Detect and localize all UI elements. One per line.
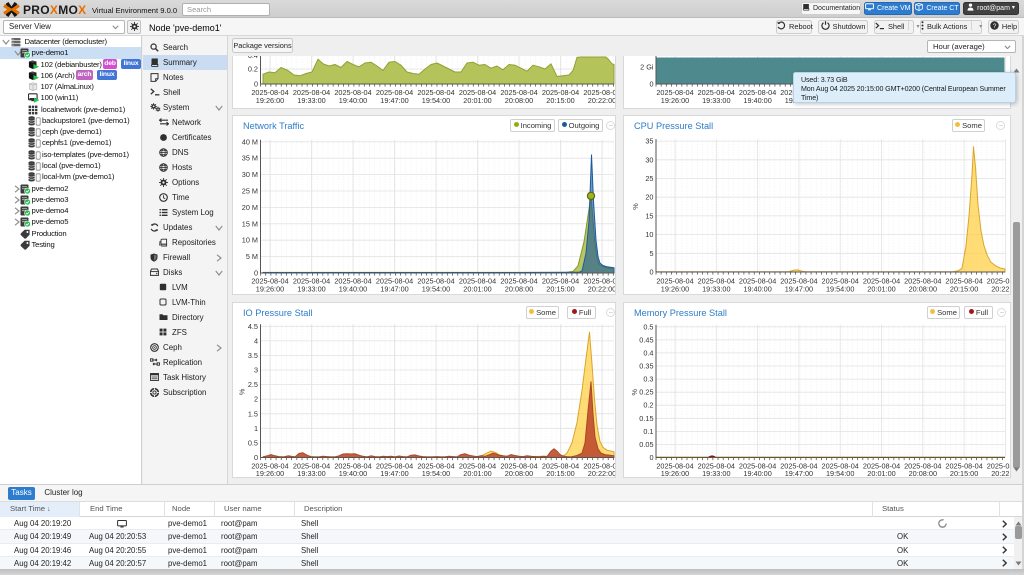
svg-text:25 M: 25 M — [242, 187, 258, 196]
svg-text:0.15: 0.15 — [639, 414, 653, 423]
svg-text:19:54:00: 19:54:00 — [422, 469, 450, 478]
svg-text:0: 0 — [649, 80, 653, 89]
svg-text:0.5: 0.5 — [248, 438, 258, 447]
svg-text:19:33:00: 19:33:00 — [702, 96, 730, 105]
svg-text:19:54:00: 19:54:00 — [422, 96, 450, 105]
svg-text:0.35: 0.35 — [639, 362, 653, 371]
svg-text:19:26:00: 19:26:00 — [256, 96, 284, 105]
svg-text:20: 20 — [645, 193, 653, 202]
svg-text:0.05: 0.05 — [639, 440, 653, 449]
svg-text:0.1: 0.1 — [643, 427, 653, 436]
svg-text:25: 25 — [645, 174, 653, 183]
svg-text:19:40:00: 19:40:00 — [743, 469, 771, 478]
svg-text:19:33:00: 19:33:00 — [297, 96, 325, 105]
svg-text:20:15:00: 20:15:00 — [950, 284, 978, 293]
svg-text:2.5: 2.5 — [248, 380, 258, 389]
svg-text:20:08:00: 20:08:00 — [909, 284, 937, 293]
svg-text:20:22:00: 20:22:00 — [588, 469, 616, 478]
svg-text:%: % — [630, 388, 639, 395]
svg-text:19:47:00: 19:47:00 — [380, 469, 408, 478]
svg-text:0.2: 0.2 — [643, 401, 653, 410]
svg-text:19:26:00: 19:26:00 — [661, 96, 689, 105]
svg-text:0: 0 — [649, 453, 653, 462]
svg-text:19:33:00: 19:33:00 — [702, 469, 730, 478]
svg-text:20:22:00: 20:22:00 — [991, 469, 1011, 478]
svg-text:19:33:00: 19:33:00 — [297, 469, 325, 478]
svg-text:19:54:00: 19:54:00 — [826, 469, 854, 478]
svg-text:0.25: 0.25 — [639, 388, 653, 397]
svg-text:4.5: 4.5 — [248, 322, 258, 331]
svg-text:30 M: 30 M — [242, 170, 258, 179]
svg-text:19:33:00: 19:33:00 — [297, 284, 325, 293]
svg-text:20:15:00: 20:15:00 — [546, 469, 574, 478]
svg-text:19:26:00: 19:26:00 — [661, 284, 689, 293]
svg-text:19:40:00: 19:40:00 — [339, 469, 367, 478]
svg-text:1.5: 1.5 — [248, 409, 258, 418]
svg-text:35: 35 — [645, 137, 653, 146]
svg-text:0.2: 0.2 — [248, 65, 258, 74]
svg-text:20:01:00: 20:01:00 — [867, 284, 895, 293]
svg-text:4: 4 — [254, 336, 258, 345]
svg-text:20:01:00: 20:01:00 — [463, 96, 491, 105]
svg-text:35 M: 35 M — [242, 154, 258, 163]
svg-text:20:15:00: 20:15:00 — [950, 469, 978, 478]
svg-text:20:15:00: 20:15:00 — [546, 96, 574, 105]
svg-text:20:22:00: 20:22:00 — [588, 96, 616, 105]
svg-text:19:40:00: 19:40:00 — [743, 96, 771, 105]
svg-text:19:47:00: 19:47:00 — [380, 96, 408, 105]
svg-text:19:26:00: 19:26:00 — [256, 284, 284, 293]
svg-text:2: 2 — [254, 395, 258, 404]
svg-text:20:01:00: 20:01:00 — [463, 284, 491, 293]
svg-text:0.3: 0.3 — [643, 375, 653, 384]
svg-text:3: 3 — [254, 366, 258, 375]
svg-text:19:40:00: 19:40:00 — [743, 284, 771, 293]
svg-text:20:08:00: 20:08:00 — [909, 469, 937, 478]
svg-text:20:01:00: 20:01:00 — [867, 469, 895, 478]
svg-text:19:26:00: 19:26:00 — [256, 469, 284, 478]
svg-text:%: % — [631, 203, 640, 210]
svg-text:5 M: 5 M — [246, 252, 258, 261]
svg-text:19:47:00: 19:47:00 — [380, 284, 408, 293]
svg-text:20 M: 20 M — [242, 203, 258, 212]
svg-text:19:40:00: 19:40:00 — [339, 96, 367, 105]
svg-text:19:47:00: 19:47:00 — [785, 284, 813, 293]
svg-text:5: 5 — [649, 249, 653, 258]
svg-text:15: 15 — [645, 211, 653, 220]
svg-text:20:15:00: 20:15:00 — [546, 284, 574, 293]
svg-text:20:08:00: 20:08:00 — [505, 96, 533, 105]
svg-text:?: ? — [993, 23, 997, 30]
svg-text:0.5: 0.5 — [643, 322, 653, 331]
svg-text:0: 0 — [649, 268, 653, 277]
svg-text:19:40:00: 19:40:00 — [339, 284, 367, 293]
svg-text:1: 1 — [254, 424, 258, 433]
svg-text:30: 30 — [645, 155, 653, 164]
svg-text:20:22:00: 20:22:00 — [991, 284, 1011, 293]
svg-text:20:08:00: 20:08:00 — [505, 469, 533, 478]
svg-text:10 M: 10 M — [242, 236, 258, 245]
svg-text:0.4: 0.4 — [248, 56, 258, 60]
svg-text:19:54:00: 19:54:00 — [422, 284, 450, 293]
svg-text:20:08:00: 20:08:00 — [505, 284, 533, 293]
svg-text:19:33:00: 19:33:00 — [702, 284, 730, 293]
svg-text:15 M: 15 M — [242, 219, 258, 228]
svg-text:19:54:00: 19:54:00 — [826, 284, 854, 293]
svg-text:%: % — [238, 388, 247, 395]
svg-text:0.4: 0.4 — [643, 348, 653, 357]
svg-text:10: 10 — [645, 230, 653, 239]
svg-text:19:47:00: 19:47:00 — [785, 469, 813, 478]
svg-text:0.45: 0.45 — [639, 335, 653, 344]
svg-text:2 Gi: 2 Gi — [640, 63, 654, 72]
svg-text:40 M: 40 M — [242, 137, 258, 146]
svg-text:19:26:00: 19:26:00 — [661, 469, 689, 478]
svg-text:20:22:00: 20:22:00 — [588, 284, 616, 293]
svg-text:3.5: 3.5 — [248, 351, 258, 360]
svg-text:20:01:00: 20:01:00 — [463, 469, 491, 478]
